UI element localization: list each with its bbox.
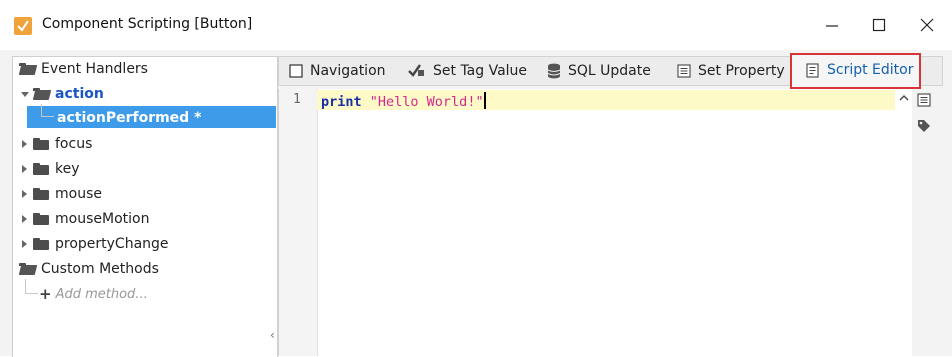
tab-set-property[interactable]: Set Property — [677, 57, 785, 85]
add-method-item[interactable]: + Add method... — [39, 283, 148, 305]
tree-item-action-performed[interactable]: actionPerformed * — [57, 107, 201, 129]
tab-label: Set Tag Value — [433, 63, 528, 79]
tree-item-mouse-motion[interactable]: mouseMotion — [19, 208, 149, 230]
tree-label: propertyChange — [55, 236, 169, 252]
tree-item-mouse[interactable]: mouse — [19, 183, 102, 205]
plus-icon: + — [39, 285, 52, 303]
code-string: "Hello World!" — [369, 94, 484, 110]
tree-item-focus[interactable]: focus — [19, 133, 92, 155]
tab-label: Navigation — [310, 63, 386, 79]
tab-label: Script Editor — [827, 62, 914, 78]
expand-arrow-icon[interactable] — [22, 140, 27, 148]
folder-open-icon — [19, 263, 35, 275]
tree-label: Custom Methods — [41, 261, 159, 277]
expand-arrow-icon[interactable] — [22, 240, 27, 248]
script-icon — [806, 62, 820, 78]
tree-event-handlers[interactable]: Event Handlers — [19, 58, 148, 80]
tree-label: Event Handlers — [41, 61, 148, 77]
tree-connector — [41, 104, 54, 117]
tree-label: key — [55, 161, 80, 177]
chevron-up-icon[interactable] — [898, 92, 910, 104]
tree-custom-methods[interactable]: Custom Methods — [19, 258, 159, 280]
minimize-button[interactable] — [818, 12, 846, 38]
tree-item-property-change[interactable]: propertyChange — [19, 233, 169, 255]
tab-label: Set Property — [698, 63, 785, 79]
expand-arrow-icon[interactable] — [22, 215, 27, 223]
line-number: 1 — [293, 92, 301, 107]
tag-icon[interactable] — [917, 119, 931, 137]
folder-icon — [33, 238, 49, 250]
folder-open-icon — [19, 63, 35, 75]
tree-item-action[interactable]: action — [19, 83, 104, 105]
folder-open-icon — [33, 88, 49, 100]
folder-icon — [33, 188, 49, 200]
app-icon — [14, 17, 32, 35]
property-list-icon — [677, 64, 691, 78]
add-method-label: Add method... — [55, 286, 148, 302]
database-icon — [547, 63, 561, 79]
maximize-button[interactable] — [865, 12, 893, 38]
event-tree: Event Handlers action actionPerformed * … — [12, 56, 278, 357]
scroll-left-icon[interactable]: ‹ — [270, 328, 275, 342]
line-number-gutter: 1 — [279, 89, 318, 356]
code-keyword: print — [321, 94, 362, 110]
tree-label: focus — [55, 136, 93, 152]
tree-item-key[interactable]: key — [19, 158, 80, 180]
expand-arrow-icon[interactable] — [22, 165, 27, 173]
collapse-arrow-icon[interactable] — [21, 92, 29, 97]
folder-icon — [33, 138, 49, 150]
tab-set-tag-value[interactable]: Set Tag Value — [408, 57, 527, 85]
tab-navigation[interactable]: Navigation — [289, 57, 386, 85]
editor-side-toolbar — [912, 89, 952, 356]
tag-check-icon — [408, 63, 426, 79]
tab-script-editor[interactable]: Script Editor — [806, 56, 914, 84]
expand-arrow-icon[interactable] — [22, 190, 27, 198]
tab-label: SQL Update — [568, 63, 651, 79]
folder-icon — [33, 163, 49, 175]
text-caret — [483, 92, 486, 109]
tab-sql-update[interactable]: SQL Update — [547, 57, 651, 85]
tree-label: actionPerformed * — [57, 110, 202, 126]
folder-icon — [33, 213, 49, 225]
title-bar: Component Scripting [Button] — [0, 0, 952, 50]
outline-icon[interactable] — [917, 93, 931, 111]
tree-label: mouseMotion — [55, 211, 150, 227]
script-editor[interactable]: 1 print "Hello World!" — [278, 89, 913, 356]
window-title: Component Scripting [Button] — [42, 16, 253, 32]
tree-label: action — [55, 86, 104, 102]
tree-connector — [25, 279, 38, 294]
checkbox-icon — [289, 64, 303, 78]
tree-label: mouse — [55, 186, 102, 202]
close-button[interactable] — [913, 12, 941, 38]
code-line[interactable]: print "Hello World!" — [321, 92, 486, 110]
